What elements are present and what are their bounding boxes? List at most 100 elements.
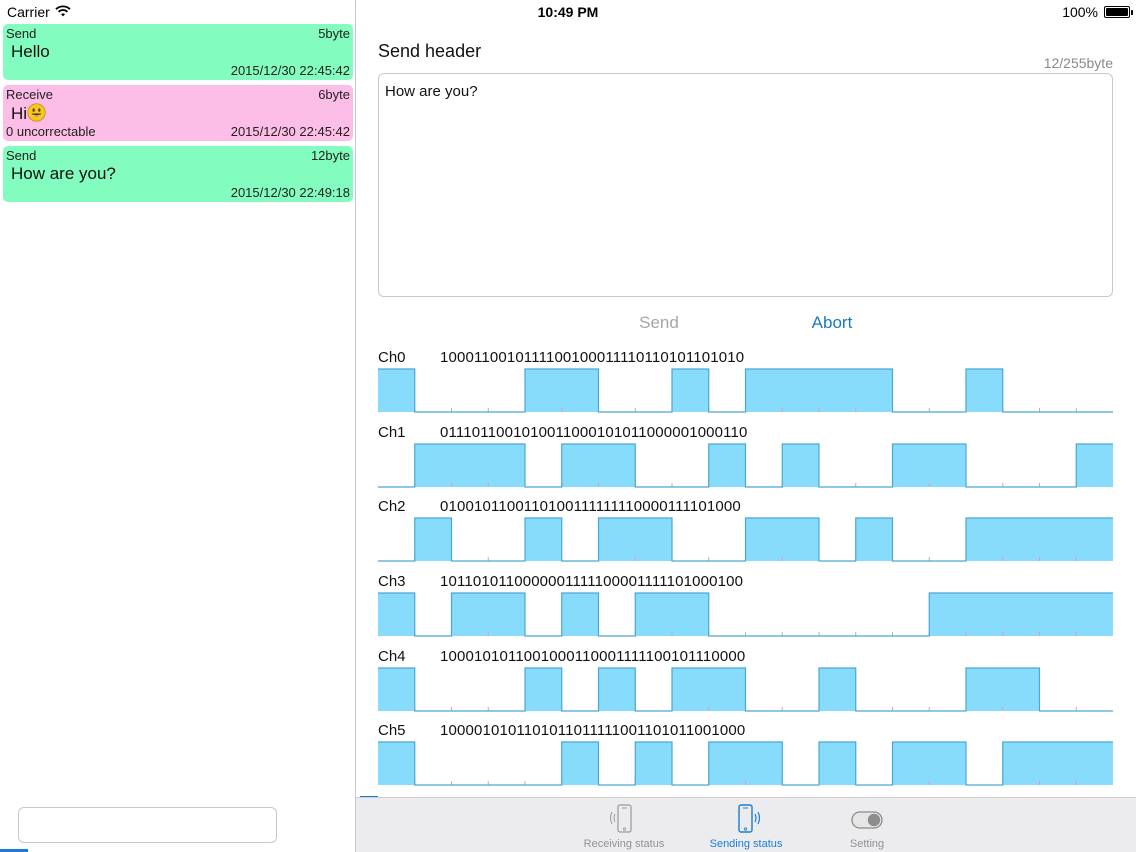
waveform-high-segment	[966, 668, 1040, 711]
channel-bits: 0100101100110100111111110000111101000	[440, 498, 741, 515]
message-text: Hello	[11, 42, 50, 61]
tab-bar: Receiving status Sending status Setting	[356, 797, 1136, 852]
send-text-area[interactable]: How are you?	[378, 73, 1113, 297]
channel-row: Ch0 100011001011110010001111011010110101…	[378, 349, 1113, 424]
waveform-high-segment	[672, 668, 746, 711]
waveform-high-segment	[966, 369, 1003, 412]
message-timestamp: 2015/12/30 22:49:18	[230, 185, 350, 200]
battery-icon	[1104, 6, 1130, 18]
channel-waveform	[378, 368, 1113, 413]
smiley-emoji-icon	[27, 103, 46, 122]
message-content: Hi	[11, 103, 46, 124]
channel-bits: 1000010101101011011111001101011001000	[440, 722, 746, 739]
waveform-high-segment	[745, 369, 893, 412]
waveform-high-segment	[378, 668, 415, 711]
channel-waveform	[378, 443, 1113, 488]
waveform-high-segment	[378, 593, 415, 636]
waveform-high-segment	[855, 518, 893, 561]
byte-counter: 12/255byte	[1043, 55, 1113, 71]
tab-label: Receiving status	[583, 838, 665, 850]
channel-label: Ch5	[378, 722, 406, 739]
waveform-high-segment	[598, 668, 636, 711]
waveform-high-segment	[708, 444, 746, 487]
toggle-icon	[851, 811, 883, 829]
waveform-high-segment	[414, 518, 452, 561]
channel-bits: 1000101011001000110001111100101110000	[440, 648, 746, 665]
channel-waveform	[378, 667, 1113, 712]
waveform-high-segment	[819, 668, 856, 711]
waveform-high-segment	[966, 518, 1113, 561]
tab-sending-status[interactable]: Sending status	[686, 798, 806, 852]
waveform-high-segment	[635, 742, 672, 785]
channel-label: Ch0	[378, 349, 406, 366]
waveform-high-segment	[598, 518, 672, 561]
app-root: Carrier 10:49 PM 100% Send 5byte Hello 2…	[0, 0, 1136, 852]
abort-button[interactable]: Abort	[800, 313, 864, 333]
message-item[interactable]: Receive 6byte Hi 0 uncorrectable 2015/12…	[3, 85, 353, 141]
waveform-high-segment	[782, 444, 819, 487]
tab-label: Sending status	[709, 838, 783, 850]
send-button[interactable]: Send	[629, 313, 689, 333]
message-item[interactable]: Send 5byte Hello 2015/12/30 22:45:42	[3, 24, 353, 80]
waveform-high-segment	[635, 593, 709, 636]
split-divider	[355, 0, 356, 852]
waveform-high-segment	[525, 518, 562, 561]
waveform-high-segment	[525, 668, 562, 711]
waveform-line	[378, 368, 1113, 413]
channel-row: Ch1 011101100101001100010101100000100011…	[378, 424, 1113, 499]
waveform-high-segment	[561, 444, 636, 487]
waveform-high-segment	[672, 369, 709, 412]
channel-bits: 1011010110000001111100001111101000100	[440, 573, 744, 590]
message-size: 6byte	[318, 87, 350, 102]
message-text: How are you?	[11, 164, 116, 183]
channel-label: Ch4	[378, 648, 406, 665]
phone-receive-icon	[610, 804, 632, 833]
waveform-high-segment	[451, 593, 525, 636]
message-log[interactable]: Send 5byte Hello 2015/12/30 22:45:42 Rec…	[0, 24, 355, 852]
battery-percent: 100%	[1062, 4, 1098, 20]
waveform-high-segment	[561, 742, 599, 785]
waveform-high-segment	[1002, 742, 1113, 785]
uncorrectable-count: 0 uncorrectable	[6, 124, 96, 139]
status-bar: Carrier 10:49 PM 100%	[0, 0, 1136, 24]
clock: 10:49 PM	[537, 4, 599, 20]
phone-send-icon	[738, 804, 761, 833]
message-direction: Send	[6, 148, 37, 163]
channel-waveform	[378, 592, 1113, 637]
waveform-high-segment	[561, 593, 599, 636]
waveform-high-segment	[414, 444, 525, 487]
waveform-high-segment	[892, 444, 966, 487]
message-item[interactable]: Send 12byte How are you? 2015/12/30 22:4…	[3, 146, 353, 202]
message-direction: Receive	[6, 87, 53, 102]
channel-bits: 1000110010111100100011110110101101010	[440, 349, 745, 366]
message-text: Hi	[11, 104, 28, 123]
channel-row: Ch3 101101011000000111110000111110100010…	[378, 573, 1113, 648]
channel-row: Ch2 010010110011010011111111000011110100…	[378, 498, 1113, 573]
message-size: 12byte	[310, 148, 350, 163]
channel-waveform	[378, 741, 1113, 786]
waveform-high-segment	[929, 593, 1113, 636]
tab-label: Setting	[849, 838, 885, 850]
send-header-title: Send header	[378, 41, 482, 61]
channel-waveform	[378, 517, 1113, 562]
channel-label: Ch2	[378, 498, 406, 515]
tab-receiving-status[interactable]: Receiving status	[564, 798, 684, 852]
message-timestamp: 2015/12/30 22:45:42	[230, 63, 350, 78]
channel-row: Ch4 100010101100100011000111110010111000…	[378, 648, 1113, 723]
waveform-high-segment	[892, 742, 966, 785]
channel-label: Ch1	[378, 424, 406, 441]
waveform-high-segment	[708, 742, 783, 785]
waveform-high-segment	[378, 742, 415, 785]
tab-setting[interactable]: Setting	[807, 798, 927, 852]
waveform-high-segment	[745, 518, 819, 561]
message-timestamp: 2015/12/30 22:45:42	[230, 124, 350, 139]
message-direction: Send	[6, 26, 37, 41]
waveform-high-segment	[819, 742, 856, 785]
waveform-high-segment	[1076, 444, 1113, 487]
waveform-high-segment	[378, 369, 415, 412]
waveform-high-segment	[525, 369, 599, 412]
channel-label: Ch3	[378, 573, 406, 590]
message-input[interactable]	[18, 807, 277, 843]
channel-bits: 0111011001010011000101011000001000110	[440, 424, 748, 441]
message-size: 5byte	[318, 26, 350, 41]
